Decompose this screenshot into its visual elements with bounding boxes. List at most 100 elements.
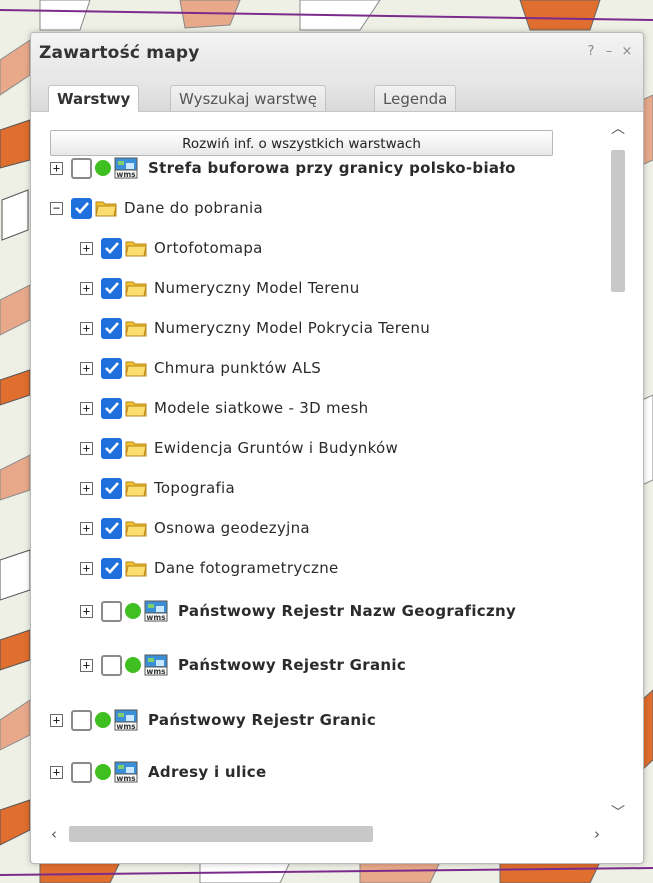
layer-row[interactable]: − Dane do pobrania: [50, 192, 263, 224]
svg-text:wms: wms: [116, 722, 136, 731]
scroll-right-icon[interactable]: ›: [586, 820, 608, 848]
vertical-scroll-thumb[interactable]: [611, 150, 625, 292]
map-contents-panel: Zawartość mapy ? – × Warstwy Wyszukaj wa…: [30, 32, 644, 864]
help-icon[interactable]: ?: [583, 43, 599, 61]
status-dot-icon: [125, 603, 141, 619]
layer-row[interactable]: + Numeryczny Model Pokrycia Terenu: [80, 312, 430, 344]
expand-plus-icon[interactable]: +: [80, 604, 93, 618]
panel-title: Zawartość mapy: [39, 43, 200, 63]
layer-label: Modele siatkowe - 3D mesh: [154, 399, 369, 417]
collapse-minus-icon[interactable]: −: [50, 201, 63, 215]
expand-plus-icon[interactable]: +: [80, 561, 93, 575]
layer-checkbox[interactable]: [71, 197, 92, 219]
scroll-left-icon[interactable]: ‹: [43, 820, 65, 848]
checkmark-icon: [104, 562, 119, 574]
svg-text:wms: wms: [146, 667, 166, 676]
layer-row[interactable]: + wms Państwowy Rejestr Nazw Geograficzny: [80, 595, 516, 627]
layer-label: Numeryczny Model Pokrycia Terenu: [154, 319, 431, 337]
layer-checkbox[interactable]: [101, 357, 122, 379]
layer-row[interactable]: + Numeryczny Model Terenu: [80, 272, 360, 304]
expand-plus-icon[interactable]: +: [80, 281, 93, 295]
layer-row[interactable]: + wms Państwowy Rejestr Granic: [50, 704, 376, 736]
layer-row[interactable]: + Ewidencja Gruntów i Budynków: [80, 432, 398, 464]
scroll-up-icon[interactable]: ︿: [607, 118, 629, 140]
folder-icon: [125, 281, 147, 297]
folder-icon: [125, 441, 147, 457]
status-dot-icon: [125, 657, 141, 673]
layer-checkbox[interactable]: [101, 517, 122, 539]
checkmark-icon: [104, 282, 119, 294]
expand-plus-icon[interactable]: +: [50, 765, 63, 779]
expand-plus-icon[interactable]: +: [80, 241, 93, 255]
minimize-icon[interactable]: –: [601, 43, 617, 61]
layer-row[interactable]: + Dane fotogrametryczne: [80, 552, 339, 584]
panel-titlebar[interactable]: Zawartość mapy ? – ×: [31, 33, 643, 77]
wms-layer-icon: wms: [114, 157, 138, 179]
expand-plus-icon[interactable]: +: [80, 361, 93, 375]
layer-checkbox[interactable]: [71, 709, 92, 731]
close-icon[interactable]: ×: [619, 43, 635, 61]
layer-label: Chmura punktów ALS: [154, 359, 322, 377]
tab-bar: Warstwy Wyszukaj warstwę Legenda: [31, 77, 643, 112]
layer-label: Numeryczny Model Terenu: [154, 279, 360, 297]
expand-plus-icon[interactable]: +: [80, 521, 93, 535]
checkmark-icon: [104, 402, 119, 414]
layer-checkbox[interactable]: [101, 654, 122, 676]
layer-row[interactable]: + Modele siatkowe - 3D mesh: [80, 392, 368, 424]
status-dot-icon: [95, 764, 111, 780]
folder-icon: [125, 481, 147, 497]
wms-layer-icon: wms: [114, 761, 138, 783]
layer-row[interactable]: + wms Strefa buforowa przy granicy polsko-…: [50, 152, 516, 184]
layer-checkbox[interactable]: [101, 557, 122, 579]
svg-text:wms: wms: [146, 613, 166, 622]
layer-label: Adresy i ulice: [148, 763, 267, 781]
checkmark-icon: [104, 442, 119, 454]
expand-plus-icon[interactable]: +: [80, 321, 93, 335]
layer-row[interactable]: + Topografia: [80, 472, 235, 504]
wms-layer-icon: wms: [114, 709, 138, 731]
layer-row[interactable]: + Chmura punktów ALS: [80, 352, 321, 384]
layer-checkbox[interactable]: [71, 157, 92, 179]
wms-layer-icon: wms: [144, 600, 168, 622]
expand-plus-icon[interactable]: +: [50, 161, 63, 175]
layer-row[interactable]: + Ortofotomapa: [80, 232, 263, 264]
layer-checkbox[interactable]: [101, 397, 122, 419]
status-dot-icon: [95, 160, 111, 176]
svg-text:wms: wms: [116, 774, 136, 783]
layer-label: Dane do pobrania: [124, 199, 263, 217]
layer-label: Strefa buforowa przy granicy polsko-biał…: [148, 159, 516, 177]
layer-label: Osnowa geodezyjna: [154, 519, 310, 537]
expand-plus-icon[interactable]: +: [80, 441, 93, 455]
layer-label: Państwowy Rejestr Nazw Geograficzny: [178, 602, 517, 620]
expand-plus-icon[interactable]: +: [80, 658, 93, 672]
vertical-scrollbar[interactable]: ︿ ﹀: [607, 118, 629, 824]
folder-icon: [125, 401, 147, 417]
layer-checkbox[interactable]: [101, 237, 122, 259]
expand-plus-icon[interactable]: +: [80, 401, 93, 415]
folder-icon: [125, 361, 147, 377]
expand-plus-icon[interactable]: +: [80, 481, 93, 495]
layer-checkbox[interactable]: [101, 600, 122, 622]
folder-icon: [125, 241, 147, 257]
layer-row[interactable]: + Osnowa geodezyjna: [80, 512, 310, 544]
layers-tree-content: Rozwiń inf. o wszystkich warstwach + wms S…: [31, 112, 643, 863]
folder-icon: [95, 201, 117, 217]
layer-checkbox[interactable]: [71, 761, 92, 783]
layer-row[interactable]: + wms Państwowy Rejestr Granic: [80, 649, 406, 681]
layer-label: Państwowy Rejestr Granic: [148, 711, 377, 729]
layer-checkbox[interactable]: [101, 277, 122, 299]
horizontal-scrollbar[interactable]: ‹ ›: [43, 820, 608, 848]
tab-wyszukaj-warstwe[interactable]: Wyszukaj warstwę: [170, 85, 327, 111]
layer-checkbox[interactable]: [101, 317, 122, 339]
layer-checkbox[interactable]: [101, 437, 122, 459]
layer-row[interactable]: + wms Adresy i ulice: [50, 756, 266, 788]
layer-label: Państwowy Rejestr Granic: [178, 656, 407, 674]
checkmark-icon: [104, 242, 119, 254]
tab-legenda[interactable]: Legenda: [374, 85, 457, 111]
layer-checkbox[interactable]: [101, 477, 122, 499]
checkmark-icon: [104, 522, 119, 534]
expand-plus-icon[interactable]: +: [50, 713, 63, 727]
horizontal-scroll-thumb[interactable]: [69, 826, 373, 842]
scroll-down-icon[interactable]: ﹀: [607, 802, 629, 824]
tab-warstwy[interactable]: Warstwy: [48, 85, 140, 112]
